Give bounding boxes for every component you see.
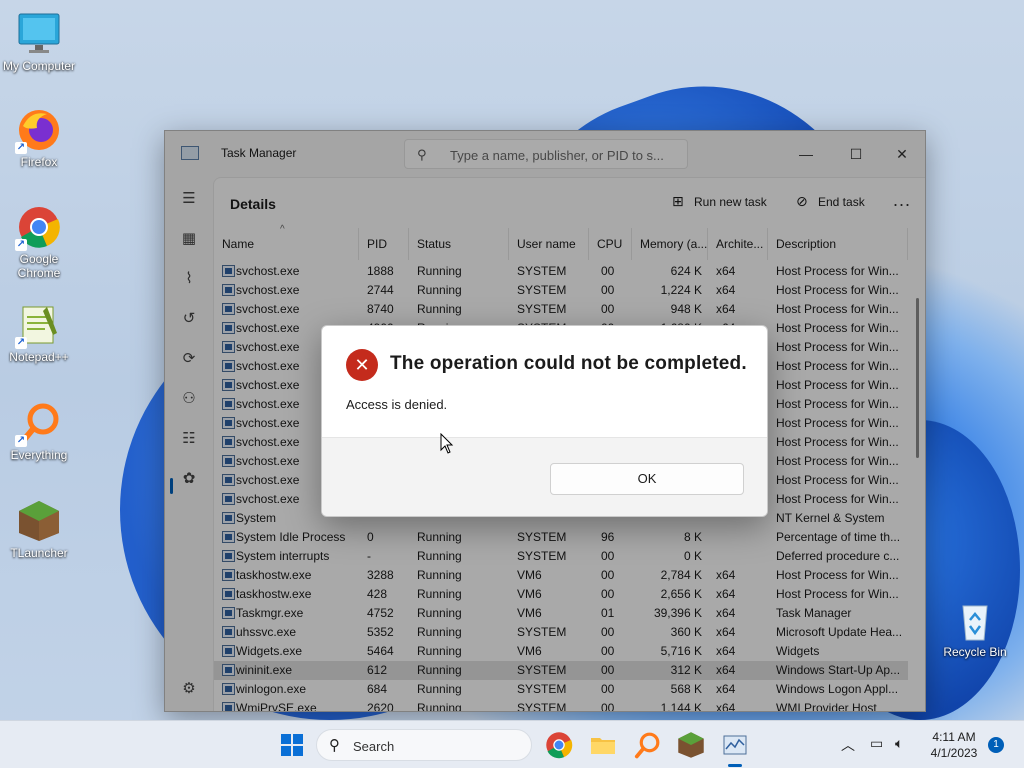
network-icon[interactable]: ▭	[870, 735, 883, 752]
system-clock[interactable]: 4:11 AM 4/1/2023	[922, 729, 986, 761]
chrome-icon: ↗	[15, 205, 61, 251]
recycle-bin-icon	[953, 598, 997, 642]
desktop-icon-my-computer[interactable]: My Computer	[0, 12, 78, 73]
desktop-icon-recycle-bin[interactable]: Recycle Bin	[936, 598, 1014, 659]
shortcut-arrow-icon: ↗	[15, 239, 27, 251]
active-app-indicator	[728, 764, 742, 767]
windows-logo-icon	[281, 734, 303, 756]
clock-time: 4:11 AM	[932, 730, 976, 744]
dialog-footer: OK	[322, 437, 767, 516]
desktop-icon-everything[interactable]: ↗ Everything	[0, 401, 78, 462]
notification-badge[interactable]: 1	[988, 737, 1004, 753]
error-dialog: ✕ The operation could not be completed. …	[321, 325, 768, 517]
desktop-icon-label: Notepad++	[9, 350, 69, 364]
taskbar: ⚲ Search ︿ ▭ 🔈︎ 4:11 AM 4/1/2023 1	[0, 720, 1024, 768]
everything-icon: ↗	[15, 401, 61, 447]
shortcut-arrow-icon: ↗	[15, 142, 27, 154]
volume-icon[interactable]: 🔈︎	[895, 735, 903, 752]
start-button[interactable]	[278, 731, 306, 759]
firefox-icon: ↗	[15, 108, 61, 154]
taskbar-search-label: Search	[353, 739, 395, 754]
taskbar-everything-icon[interactable]	[633, 731, 661, 759]
dialog-title: The operation could not be completed.	[390, 353, 747, 374]
notepadpp-icon: ↗	[15, 303, 61, 349]
desktop-icon-label: Firefox	[20, 155, 58, 169]
taskbar-tlauncher-icon[interactable]	[677, 731, 705, 759]
desktop-icon-label: TLauncher	[10, 546, 68, 560]
monitor-icon	[17, 12, 61, 56]
desktop-icon-firefox[interactable]: ↗ Firefox	[0, 108, 78, 169]
search-icon: ⚲	[329, 737, 340, 754]
mouse-cursor-icon	[440, 433, 454, 454]
taskbar-file-explorer-icon[interactable]	[589, 731, 617, 759]
desktop-icon-notepadpp[interactable]: ↗ Notepad++	[0, 303, 78, 364]
desktop-icon-label: My Computer	[2, 59, 76, 73]
tlauncher-icon	[17, 499, 61, 543]
dialog-message: Access is denied.	[346, 397, 448, 412]
show-hidden-icons-chevron-icon[interactable]: ︿	[841, 735, 855, 755]
taskbar-task-manager-icon[interactable]	[721, 731, 749, 759]
clock-date: 4/1/2023	[930, 746, 978, 760]
desktop-icon-label: Recycle Bin	[943, 645, 1007, 659]
error-icon: ✕	[346, 349, 378, 381]
ok-button[interactable]: OK	[550, 463, 744, 495]
desktop-icon-tlauncher[interactable]: TLauncher	[0, 499, 78, 560]
desktop-icon-chrome[interactable]: ↗ Google Chrome	[0, 205, 78, 280]
taskbar-search-box[interactable]: ⚲ Search	[316, 729, 532, 761]
desktop-icon-label: Google Chrome	[17, 252, 61, 280]
shortcut-arrow-icon: ↗	[15, 337, 27, 349]
shortcut-arrow-icon: ↗	[15, 435, 27, 447]
desktop-icon-label: Everything	[10, 448, 68, 462]
taskbar-chrome-icon[interactable]	[545, 731, 573, 759]
